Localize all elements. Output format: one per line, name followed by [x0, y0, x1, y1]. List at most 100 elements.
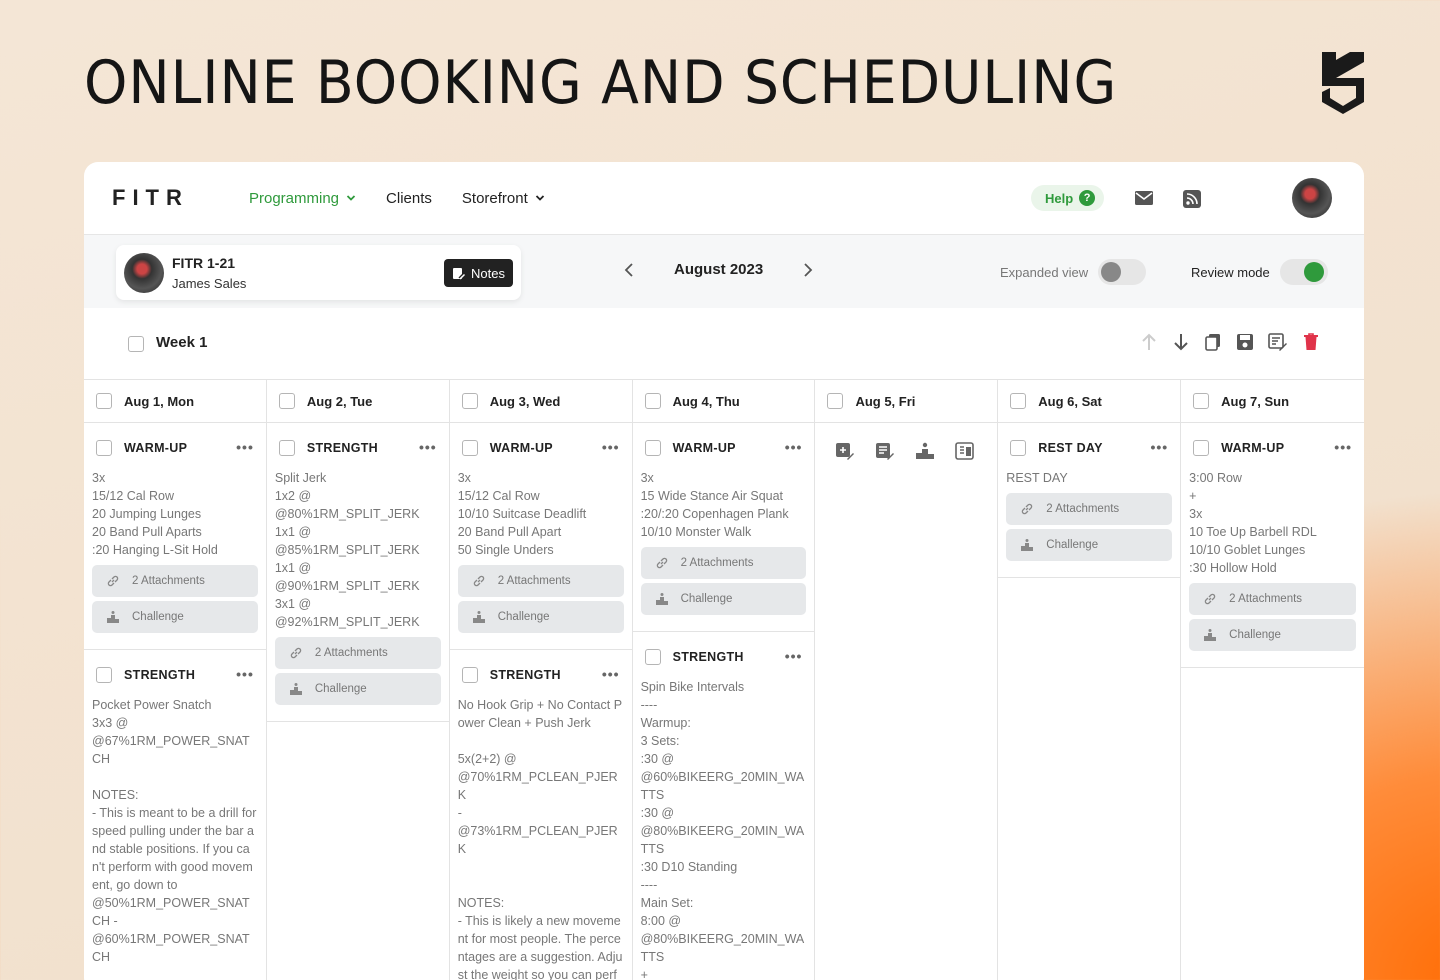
day-checkbox[interactable] — [461, 393, 478, 409]
block-checkbox[interactable] — [278, 440, 295, 456]
block-checkbox[interactable] — [644, 649, 661, 665]
mail-icon[interactable] — [1134, 189, 1154, 207]
more-options-icon[interactable]: ••• — [785, 648, 803, 664]
attachments-pill[interactable]: 2 Attachments — [92, 565, 258, 597]
attachments-pill[interactable]: 2 Attachments — [457, 565, 624, 597]
block-checkbox[interactable] — [461, 667, 478, 683]
challenge-pill[interactable]: Challenge — [274, 673, 441, 705]
challenge-label: Challenge — [680, 593, 733, 605]
more-options-icon[interactable]: ••• — [1334, 439, 1352, 455]
block-description: No Hook Grip + No Contact Power Clean + … — [457, 698, 623, 980]
day-column-mon: Aug 1, Mon WARM-UP ••• 3x 15/12 Cal Row … — [84, 380, 267, 980]
workout-block[interactable]: STRENGTH ••• Spin Bike Intervals ---- Wa… — [633, 632, 815, 980]
workout-block[interactable]: WARM-UP ••• 3x 15/12 Cal Row 10/10 Suitc… — [449, 423, 632, 650]
save-icon[interactable] — [1236, 332, 1254, 352]
day-checkbox[interactable] — [1193, 393, 1210, 409]
attachments-pill[interactable]: 2 Attachments — [1189, 583, 1357, 615]
add-note-icon[interactable] — [875, 441, 895, 461]
day-checkbox[interactable] — [1010, 393, 1027, 409]
user-avatar[interactable] — [1292, 178, 1332, 218]
day-checkbox[interactable] — [96, 393, 112, 409]
day-checkbox[interactable] — [278, 393, 295, 409]
day-checkbox[interactable] — [644, 393, 661, 409]
more-options-icon[interactable]: ••• — [236, 439, 254, 455]
nav-storefront-label: Storefront — [461, 189, 528, 207]
client-avatar — [124, 253, 164, 293]
day-header: Aug 2, Tue — [266, 380, 449, 423]
help-label: Help — [1045, 190, 1074, 206]
more-options-icon[interactable]: ••• — [602, 666, 620, 682]
edit-schedule-icon[interactable] — [1268, 332, 1288, 352]
client-toolbar: FITR 1-21 James Sales Notes August 2023 … — [84, 235, 1364, 308]
workout-block[interactable]: WARM-UP ••• 3:00 Row + 3x 10 Toe Up Barb… — [1181, 423, 1364, 668]
day-checkbox[interactable] — [827, 393, 844, 409]
nav-clients[interactable]: Clients — [386, 190, 432, 207]
expanded-view-label: Expanded view — [1000, 264, 1089, 280]
chevron-right-icon[interactable] — [803, 262, 813, 278]
day-header: Aug 3, Wed — [449, 380, 632, 423]
attachments-pill[interactable]: 2 Attachments — [274, 637, 441, 669]
copy-icon[interactable] — [1204, 332, 1222, 352]
workout-block[interactable]: WARM-UP ••• 3x 15/12 Cal Row 20 Jumping … — [84, 423, 266, 650]
help-button[interactable]: Help ? — [1031, 185, 1105, 211]
block-checkbox[interactable] — [461, 440, 478, 456]
day-label: Aug 6, Sat — [1038, 393, 1102, 409]
move-up-icon[interactable] — [1140, 332, 1158, 352]
challenge-pill[interactable]: Challenge — [92, 601, 258, 633]
hero-title: ONLINE BOOKING AND SCHEDULING — [84, 48, 1118, 118]
add-workout-icon[interactable] — [835, 441, 855, 461]
podium-icon — [289, 683, 302, 695]
attachments-pill[interactable]: 2 Attachments — [640, 547, 807, 579]
workout-block[interactable]: REST DAY ••• REST DAY 2 Attachments Chal… — [998, 423, 1181, 578]
client-card[interactable]: FITR 1-21 James Sales Notes — [116, 245, 521, 300]
week-checkbox[interactable] — [128, 336, 144, 352]
toggle-knob — [1303, 262, 1324, 282]
more-options-icon[interactable]: ••• — [419, 439, 437, 455]
block-checkbox[interactable] — [96, 440, 112, 456]
block-checkbox[interactable] — [644, 440, 661, 456]
block-header: WARM-UP ••• — [1189, 433, 1356, 463]
challenge-pill[interactable]: Challenge — [457, 601, 624, 633]
week-toolbar — [1140, 332, 1320, 352]
block-checkbox[interactable] — [1193, 440, 1210, 456]
month-label: August 2023 — [674, 261, 764, 278]
expanded-view-toggle[interactable] — [1098, 259, 1147, 285]
workout-block[interactable]: STRENGTH ••• Split Jerk 1x2 @ @80%1RM_SP… — [266, 423, 449, 722]
workout-block[interactable]: WARM-UP ••• 3x 15 Wide Stance Air Squat … — [632, 423, 815, 632]
day-header: Aug 4, Thu — [632, 380, 815, 423]
rss-feed-icon[interactable] — [1182, 189, 1202, 209]
more-options-icon[interactable]: ••• — [1150, 439, 1168, 455]
move-down-icon[interactable] — [1172, 332, 1190, 352]
review-mode-toggle[interactable] — [1279, 259, 1328, 285]
add-template-icon[interactable] — [955, 441, 975, 461]
podium-icon — [1021, 539, 1034, 551]
review-mode-label: Review mode — [1191, 264, 1270, 280]
workout-block[interactable]: STRENGTH ••• Pocket Power Snatch 3x3 @ @… — [84, 650, 266, 980]
review-mode-group: Review mode — [1191, 259, 1328, 285]
client-subtitle: James Sales — [172, 276, 247, 291]
nav-programming[interactable]: Programming — [249, 190, 356, 207]
nav-storefront[interactable]: Storefront — [462, 190, 545, 207]
block-checkbox[interactable] — [96, 667, 112, 683]
podium-icon — [1204, 629, 1217, 641]
workout-block[interactable]: STRENGTH ••• No Hook Grip + No Contact P… — [450, 650, 632, 980]
challenge-pill[interactable]: Challenge — [640, 583, 807, 615]
day-column-sat: Aug 6, Sat REST DAY ••• REST DAY 2 Attac… — [998, 380, 1182, 980]
more-options-icon[interactable]: ••• — [602, 439, 620, 455]
notes-button[interactable]: Notes — [444, 259, 513, 287]
challenge-pill[interactable]: Challenge — [1189, 619, 1357, 651]
more-options-icon[interactable]: ••• — [785, 439, 803, 455]
delete-icon[interactable] — [1302, 332, 1320, 352]
more-options-icon[interactable]: ••• — [236, 666, 254, 682]
block-header: WARM-UP ••• — [641, 433, 807, 463]
block-checkbox[interactable] — [1010, 440, 1027, 456]
challenge-pill[interactable]: Challenge — [1006, 529, 1173, 561]
nav-programming-label: Programming — [249, 189, 340, 207]
chevron-left-icon[interactable] — [624, 262, 634, 278]
day-header: Aug 6, Sat — [998, 380, 1181, 423]
block-header: REST DAY ••• — [1006, 433, 1172, 463]
attachments-pill[interactable]: 2 Attachments — [1006, 493, 1173, 525]
toggle-knob — [1101, 262, 1122, 282]
app-logo[interactable]: FITR — [112, 185, 189, 211]
add-challenge-icon[interactable] — [915, 441, 935, 461]
